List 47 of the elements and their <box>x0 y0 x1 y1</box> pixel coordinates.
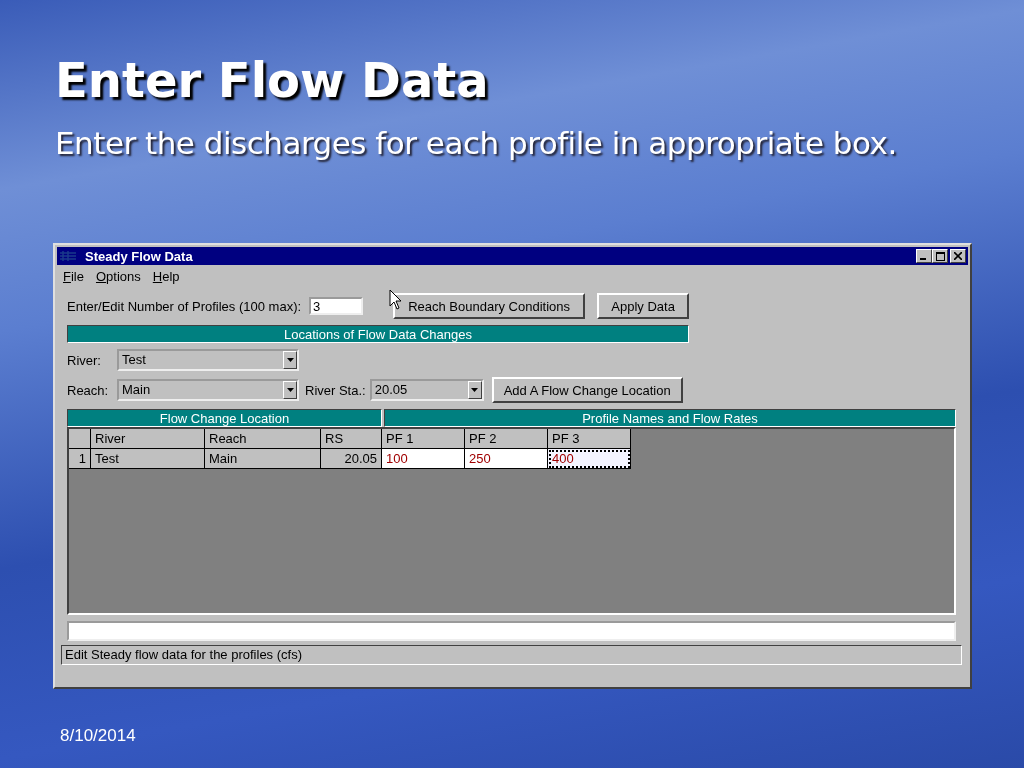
column-header: PF 2 <box>465 429 548 449</box>
slide-subtitle: Enter the discharges for each profile in appropriate box. <box>55 124 898 161</box>
table-cell: Test <box>91 449 205 469</box>
cursor-icon <box>389 289 403 311</box>
table-cell: Main <box>205 449 321 469</box>
flow-cell[interactable]: 100 <box>382 449 465 469</box>
column-header: RS <box>321 429 382 449</box>
column-header: Reach <box>205 429 321 449</box>
add-location-button[interactable]: Add A Flow Change Location <box>491 377 683 403</box>
table-cell: 20.05 <box>321 449 382 469</box>
column-header: River <box>91 429 205 449</box>
apply-data-button[interactable]: Apply Data <box>597 293 690 319</box>
flow-cell[interactable]: 250 <box>465 449 548 469</box>
note-field[interactable] <box>67 621 956 641</box>
menu-item[interactable]: File <box>63 269 84 285</box>
field-label: River: <box>67 352 102 368</box>
caret-icon <box>471 388 479 392</box>
slide-date: 8/10/2014 <box>60 726 136 746</box>
status-bar: Edit Steady flow data for the profiles (cfs) <box>61 645 962 665</box>
corner-cell <box>69 429 91 449</box>
slide-title: Enter Flow Data <box>55 54 490 107</box>
column-header: PF 1 <box>382 429 465 449</box>
flow-cell[interactable]: 400 <box>548 449 631 469</box>
close-icon <box>954 252 962 260</box>
window-title: Steady Flow Data <box>85 248 194 264</box>
river-dropdown[interactable]: Test <box>117 349 299 371</box>
section-header: Locations of Flow Data Changes <box>67 325 689 343</box>
reach-dropdown[interactable]: Main <box>117 379 299 401</box>
boundary-conditions-button[interactable]: Reach Boundary Conditions <box>393 293 586 319</box>
minimize-button[interactable] <box>916 249 932 263</box>
close-button[interactable] <box>950 249 966 263</box>
profiles-field[interactable]: 3 <box>309 297 364 315</box>
menu-item[interactable]: Help <box>152 269 180 285</box>
row-number: 1 <box>69 449 91 469</box>
menu-item[interactable]: Options <box>95 269 141 285</box>
field-label: River Sta.: <box>305 382 366 398</box>
field-label: Enter/Edit Number of Profiles (100 max): <box>67 298 302 314</box>
column-header: PF 3 <box>548 429 631 449</box>
river-station-dropdown[interactable]: 20.05 <box>369 379 484 401</box>
group-header: Profile Names and Flow Rates <box>384 409 956 427</box>
caret-icon <box>286 388 294 392</box>
field-label: Reach: <box>67 382 110 398</box>
group-header: Flow Change Location <box>67 409 382 427</box>
app-icon <box>59 250 77 262</box>
maximize-icon <box>935 251 945 261</box>
caret-icon <box>286 358 294 362</box>
maximize-button[interactable] <box>932 249 948 263</box>
